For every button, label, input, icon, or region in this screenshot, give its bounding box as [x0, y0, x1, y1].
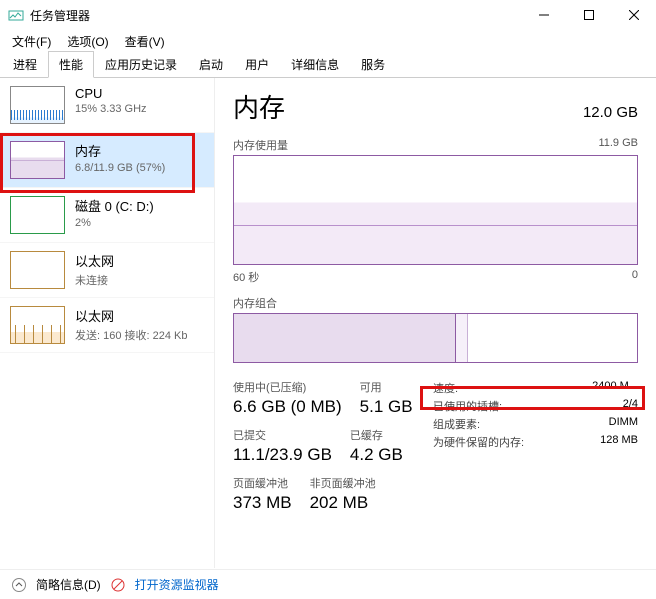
sidebar-eth1-name: 以太网: [75, 251, 114, 270]
memory-usage-chart[interactable]: [233, 155, 638, 265]
sidebar-cpu-sub: 15% 3.33 GHz: [75, 103, 147, 115]
page-title: 内存: [233, 88, 285, 125]
sidebar-item-memory[interactable]: 内存 6.8/11.9 GB (57%): [0, 133, 214, 188]
xaxis-left: 60 秒: [233, 269, 259, 285]
disk-thumb-icon: [10, 196, 65, 234]
sidebar-memory-name: 内存: [75, 141, 165, 160]
cpu-thumb-icon: [10, 86, 65, 124]
tab-processes[interactable]: 进程: [2, 51, 48, 77]
usage-chart-max: 11.9 GB: [598, 137, 638, 153]
footer-bar: 简略信息(D) 打开资源监视器: [0, 569, 656, 599]
stat-cached-label: 已缓存: [350, 427, 403, 443]
stat-inuse-label: 使用中(已压缩): [233, 379, 342, 395]
sidebar-item-disk[interactable]: 磁盘 0 (C: D:) 2%: [0, 188, 214, 243]
window-controls: [521, 0, 656, 30]
stat-committed-label: 已提交: [233, 427, 332, 443]
title-bar: 任务管理器: [0, 0, 656, 30]
composition-label: 内存组合: [233, 295, 638, 311]
menu-bar: 文件(F) 选项(O) 查看(V): [0, 30, 656, 52]
tab-bar: 进程 性能 应用历史记录 启动 用户 详细信息 服务: [0, 52, 656, 78]
chevron-up-icon[interactable]: [12, 578, 26, 592]
stat-inuse-value: 6.6 GB (0 MB): [233, 397, 342, 417]
menu-options[interactable]: 选项(O): [61, 31, 114, 52]
sidebar-eth1-sub: 未连接: [75, 272, 114, 288]
tab-performance[interactable]: 性能: [48, 51, 94, 78]
spec-reserved-v: 128 MB: [600, 434, 638, 450]
menu-file[interactable]: 文件(F): [6, 31, 57, 52]
sidebar-item-ethernet-1[interactable]: 以太网 未连接: [0, 243, 214, 298]
memory-detail-pane: 内存 12.0 GB 内存使用量 11.9 GB 60 秒 0 内存组合 使用中…: [215, 78, 656, 568]
ethernet-thumb-icon: [10, 306, 65, 344]
sidebar-item-cpu[interactable]: CPU 15% 3.33 GHz: [0, 78, 214, 133]
close-button[interactable]: [611, 0, 656, 30]
spec-slots-k: 已使用的插槽:: [433, 398, 502, 414]
sidebar-disk-name: 磁盘 0 (C: D:): [75, 196, 154, 215]
memory-total: 12.0 GB: [583, 104, 638, 121]
stat-paged-value: 373 MB: [233, 493, 292, 513]
tab-apphistory[interactable]: 应用历史记录: [94, 51, 188, 77]
stat-avail-label: 可用: [360, 379, 413, 395]
stat-nonpaged-value: 202 MB: [310, 493, 376, 513]
tab-users[interactable]: 用户: [234, 51, 280, 77]
spec-speed-v: 2400 M...: [592, 380, 638, 396]
window-title: 任务管理器: [30, 7, 521, 24]
xaxis-right: 0: [632, 269, 638, 285]
sidebar-cpu-name: CPU: [75, 86, 147, 101]
resmon-icon: [111, 578, 125, 592]
sidebar-memory-sub: 6.8/11.9 GB (57%): [75, 162, 165, 174]
open-resmon-link[interactable]: 打开资源监视器: [135, 576, 219, 593]
taskmgr-icon: [8, 7, 24, 23]
fewer-details-link[interactable]: 简略信息(D): [36, 576, 101, 593]
stat-cached-value: 4.2 GB: [350, 445, 403, 465]
stat-avail-value: 5.1 GB: [360, 397, 413, 417]
sidebar-eth2-sub: 发送: 160 接收: 224 Kb: [75, 327, 188, 343]
spec-form-v: DIMM: [609, 416, 638, 432]
tab-startup[interactable]: 启动: [188, 51, 234, 77]
sidebar-eth2-name: 以太网: [75, 306, 188, 325]
spec-speed-k: 速度:: [433, 380, 458, 396]
memory-thumb-icon: [10, 141, 65, 179]
usage-chart-label: 内存使用量: [233, 137, 288, 153]
spec-slots-v: 2/4: [623, 398, 638, 414]
tab-services[interactable]: 服务: [350, 51, 396, 77]
memory-composition-chart[interactable]: [233, 313, 638, 363]
maximize-button[interactable]: [566, 0, 611, 30]
tab-details[interactable]: 详细信息: [280, 51, 350, 77]
stat-paged-label: 页面缓冲池: [233, 475, 292, 491]
performance-sidebar: CPU 15% 3.33 GHz 内存 6.8/11.9 GB (57%) 磁盘…: [0, 78, 215, 568]
minimize-button[interactable]: [521, 0, 566, 30]
sidebar-item-ethernet-2[interactable]: 以太网 发送: 160 接收: 224 Kb: [0, 298, 214, 353]
ethernet-thumb-icon: [10, 251, 65, 289]
spec-form-k: 组成要素:: [433, 416, 480, 432]
stat-committed-value: 11.1/23.9 GB: [233, 445, 332, 465]
menu-view[interactable]: 查看(V): [119, 31, 171, 52]
sidebar-disk-sub: 2%: [75, 217, 154, 229]
spec-reserved-k: 为硬件保留的内存:: [433, 434, 524, 450]
content-area: CPU 15% 3.33 GHz 内存 6.8/11.9 GB (57%) 磁盘…: [0, 78, 656, 568]
stat-nonpaged-label: 非页面缓冲池: [310, 475, 376, 491]
